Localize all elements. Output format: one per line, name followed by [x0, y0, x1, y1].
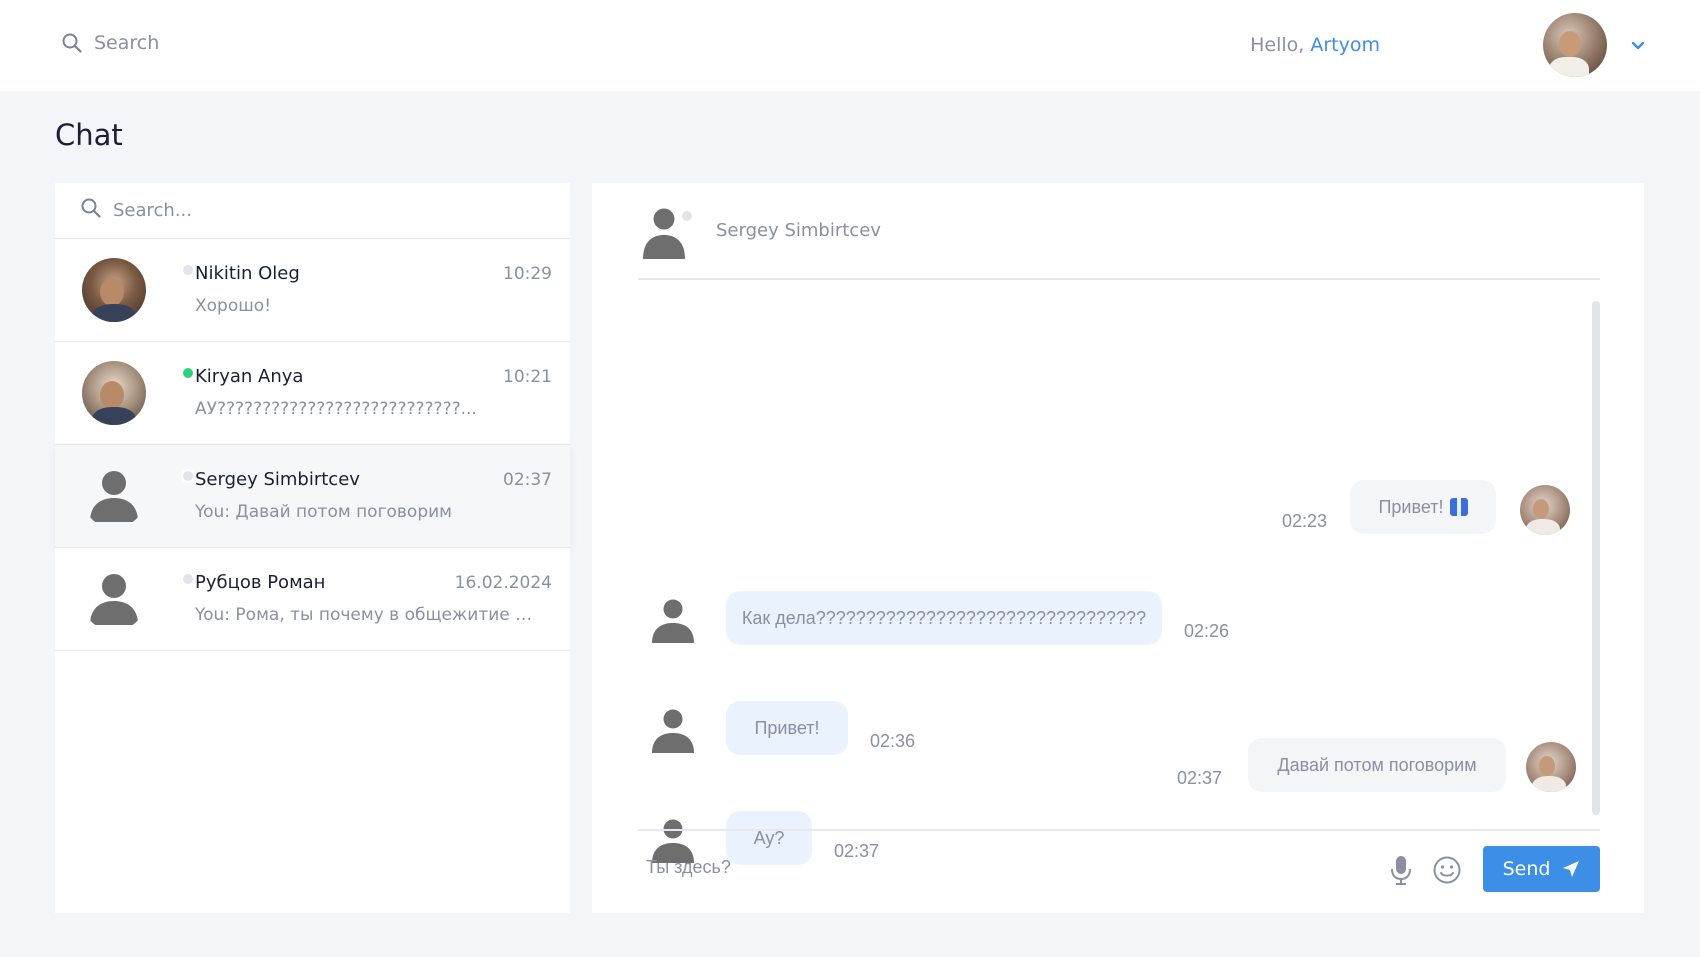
contact-avatar [82, 361, 146, 425]
top-bar: Hello, Artyom [0, 0, 1700, 91]
last-message-preview: АУ???????????????????????????... [195, 399, 477, 419]
self-avatar [1520, 485, 1570, 535]
user-avatar[interactable] [1543, 13, 1607, 77]
send-icon [1562, 860, 1580, 878]
offline-status-dot [181, 469, 195, 483]
outgoing-message-bubble: Давай потом поговорим [1248, 738, 1506, 792]
emoji-icon[interactable] [1432, 855, 1462, 885]
last-message-time: 10:29 [503, 264, 552, 284]
contact-name: Рубцов Роман [195, 572, 326, 593]
contact-avatar [82, 258, 146, 322]
chat-list-item-active[interactable]: Sergey Simbirtcev 02:37 You: Давай потом… [55, 445, 570, 548]
last-message-preview: Хорошо! [195, 296, 272, 316]
chat-list-item[interactable]: Рубцов Роман 16.02.2024 You: Рома, ты по… [55, 548, 570, 651]
send-button[interactable]: Send [1483, 846, 1600, 892]
last-message-time: 16.02.2024 [454, 573, 552, 593]
message-composer: Send [638, 829, 1600, 913]
contact-name: Sergey Simbirtcev [195, 469, 360, 490]
message-text: Привет! [754, 717, 820, 738]
conversation-header: Sergey Simbirtcev [638, 183, 1600, 280]
message-time: 02:26 [1184, 621, 1230, 641]
self-avatar [1526, 742, 1576, 792]
user-silhouette-icon [648, 705, 698, 755]
online-status-dot [181, 366, 195, 380]
message-time: 02:36 [870, 731, 916, 751]
page-title: Chat [55, 118, 123, 152]
user-silhouette-icon [82, 464, 146, 528]
global-search [62, 32, 394, 54]
message-text: Как дела????????????????????????????????… [741, 607, 1147, 628]
user-name[interactable]: Artyom [1310, 34, 1380, 56]
message-input[interactable] [646, 857, 1296, 878]
chat-list-item[interactable]: Nikitin Oleg 10:29 Хорошо! [55, 239, 570, 342]
outgoing-message-bubble: Привет! [1350, 480, 1496, 534]
contact-name: Nikitin Oleg [195, 263, 300, 284]
incoming-message-bubble: Как дела????????????????????????????????… [726, 591, 1162, 645]
search-icon [81, 198, 101, 223]
send-button-label: Send [1502, 858, 1551, 880]
message-text: Привет! [1378, 496, 1444, 517]
offline-status-dot [680, 209, 694, 223]
last-message-time: 10:21 [503, 367, 552, 387]
greeting-prefix: Hello, [1250, 34, 1311, 56]
search-icon [62, 33, 82, 53]
user-silhouette-icon [82, 567, 146, 631]
microphone-icon[interactable] [1388, 855, 1414, 885]
incoming-message-bubble: Привет! [726, 701, 848, 755]
chat-list-item[interactable]: Kiryan Anya 10:21 АУ????????????????????… [55, 342, 570, 445]
message-text: Давай потом поговорим [1277, 754, 1477, 775]
user-silhouette-icon [648, 595, 698, 645]
chat-search-input[interactable] [113, 200, 513, 221]
message-scrollbar[interactable] [1592, 301, 1600, 815]
message-time: 02:23 [1282, 511, 1328, 531]
last-message-preview: You: Давай потом поговорим [195, 502, 453, 522]
global-search-input[interactable] [94, 32, 394, 54]
contact-name: Kiryan Anya [195, 366, 304, 387]
chat-search [55, 183, 570, 239]
offline-status-dot [181, 572, 195, 586]
last-message-time: 02:37 [503, 470, 552, 490]
user-greeting: Hello, Artyom [1250, 34, 1380, 56]
last-message-preview: You: Рома, ты почему в общежитие 3... [195, 605, 535, 625]
conversation-contact-name: Sergey Simbirtcev [716, 220, 881, 241]
message-time: 02:37 [1177, 768, 1223, 788]
chat-list-panel: Nikitin Oleg 10:29 Хорошо! Kiryan Anya 1… [55, 183, 570, 913]
gift-icon [1449, 498, 1468, 516]
conversation-panel: Sergey Simbirtcev 02:23 Привет! Как дела… [592, 183, 1644, 913]
chevron-down-icon[interactable] [1628, 36, 1648, 56]
offline-status-dot [181, 263, 195, 277]
